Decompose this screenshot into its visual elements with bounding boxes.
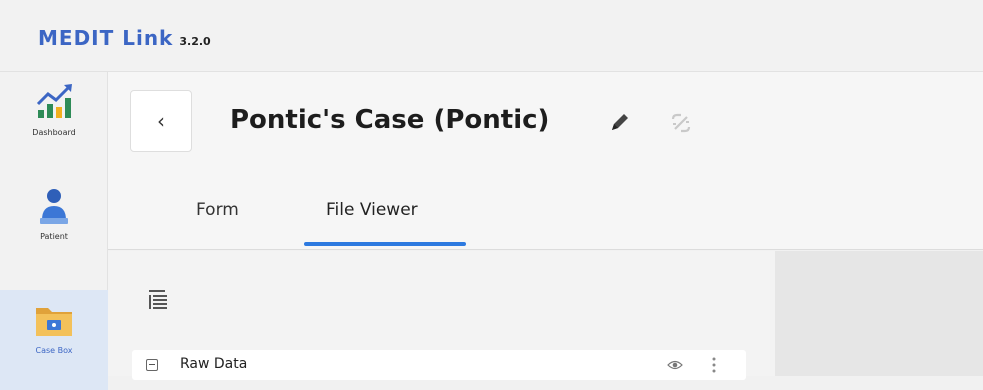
tab-form[interactable]: Form — [196, 200, 239, 220]
collapse-icon[interactable] — [146, 359, 158, 371]
pencil-icon[interactable] — [606, 110, 632, 136]
sidebar-item-case-box[interactable]: Case Box — [0, 290, 108, 390]
unlink-icon — [671, 113, 691, 133]
sidebar-item-dashboard[interactable]: Dashboard — [0, 80, 108, 172]
sidebar-item-patient[interactable]: Patient — [0, 184, 108, 274]
back-button[interactable]: ‹ — [130, 90, 192, 152]
case-title: Pontic's Case (Pontic) — [230, 105, 550, 135]
folder-icon — [36, 308, 72, 336]
sidebar-item-label: Dashboard — [32, 128, 76, 137]
file-tree-panel: Raw Data — [108, 251, 775, 380]
app-name: MEDIT Link — [38, 26, 174, 50]
sidebar: Dashboard Patient Case Box — [0, 72, 108, 390]
app-version: 3.2.0 — [179, 35, 211, 48]
sidebar-item-label: Patient — [40, 232, 68, 241]
brand-logo: MEDIT Link 3.2.0 — [38, 26, 211, 54]
case-header: ‹ Pontic's Case (Pontic) Form File Viewe… — [108, 72, 983, 250]
more-vertical-icon[interactable] — [710, 356, 718, 374]
chart-icon — [36, 84, 72, 118]
active-tab-indicator — [304, 242, 466, 246]
tree-list-icon[interactable] — [146, 287, 170, 311]
chevron-left-icon: ‹ — [157, 109, 165, 133]
tab-file-viewer[interactable]: File Viewer — [326, 200, 418, 220]
eye-icon[interactable] — [667, 358, 683, 372]
sidebar-item-label: Case Box — [35, 346, 73, 355]
viewer-area[interactable] — [775, 251, 983, 376]
file-tree-row-label: Raw Data — [180, 356, 248, 372]
app-header: MEDIT Link 3.2.0 — [0, 0, 983, 72]
patient-icon — [40, 189, 68, 224]
